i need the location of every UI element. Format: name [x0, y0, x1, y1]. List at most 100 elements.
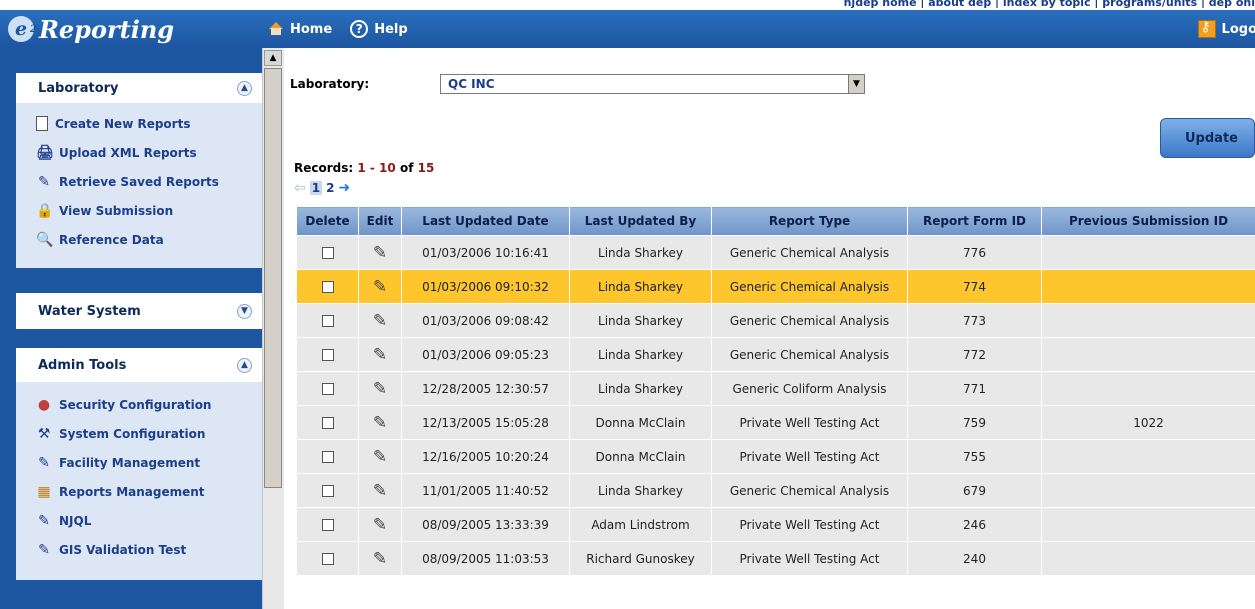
sidebar-scrollbar[interactable]: ▲ — [262, 48, 284, 609]
edit-pencil-icon[interactable]: ✎ — [373, 549, 387, 569]
edit-pencil-icon[interactable]: ✎ — [373, 515, 387, 535]
column-header-report-type[interactable]: Report Type — [711, 206, 908, 236]
delete-checkbox[interactable] — [321, 349, 334, 361]
prev-page-arrow-icon[interactable]: ⇦ — [294, 181, 306, 195]
edit-pencil-icon[interactable]: ✎ — [373, 447, 387, 467]
table-row[interactable]: ✎ 08/09/2005 11:03:53 Richard Gunoskey Priv… — [296, 541, 1255, 576]
sidebar-item-reference-data[interactable]: 🔍 Reference Data — [36, 225, 262, 254]
panel-admin-tools-body: ● Security Configuration ⚒ System Config… — [16, 382, 262, 570]
scrollbar-thumb[interactable] — [264, 68, 282, 488]
cell-previous-submission-id — [1041, 371, 1255, 406]
cell-report-type: Generic Chemical Analysis — [711, 269, 908, 304]
edit-pencil-icon[interactable]: ✎ — [373, 345, 387, 365]
collapse-up-icon[interactable]: ▲ — [237, 357, 252, 373]
logout-link[interactable]: Logo — [1197, 19, 1255, 38]
njql-icon: ✎ — [38, 512, 50, 529]
cell-last-updated-by: Donna McClain — [569, 439, 712, 474]
table-row[interactable]: ✎ 01/03/2006 09:10:32 Linda Sharkey Generic… — [296, 269, 1255, 304]
help-icon: ? — [350, 20, 369, 38]
cell-last-updated-by: Linda Sharkey — [569, 269, 712, 304]
delete-checkbox[interactable] — [321, 281, 334, 293]
edit-cell: ✎ — [358, 337, 402, 372]
nav-help[interactable]: ? Help — [350, 20, 408, 38]
cell-last-updated-by: Donna McClain — [569, 405, 712, 440]
update-button[interactable]: Update — [1160, 118, 1255, 158]
edit-cell: ✎ — [358, 405, 402, 440]
cell-report-form-id: 772 — [907, 337, 1042, 372]
dropdown-arrow-icon[interactable]: ▼ — [848, 75, 864, 93]
cell-last-updated-date: 12/28/2005 12:30:57 — [401, 371, 570, 406]
column-header-delete[interactable]: Delete — [296, 206, 359, 236]
table-row[interactable]: ✎ 12/28/2005 12:30:57 Linda Sharkey Generic… — [296, 371, 1255, 406]
upload-xml-icon: 🖨 — [36, 144, 54, 161]
edit-cell: ✎ — [358, 303, 402, 338]
facility-icon: ✎ — [38, 454, 50, 471]
edit-pencil-icon[interactable]: ✎ — [373, 379, 387, 399]
cell-last-updated-date: 01/03/2006 09:08:42 — [401, 303, 570, 338]
edit-pencil-icon[interactable]: ✎ — [373, 277, 387, 297]
sidebar-item-gis-validation-test[interactable]: ✎ GIS Validation Test — [36, 535, 262, 564]
edit-pencil-icon[interactable]: ✎ — [373, 413, 387, 433]
cell-previous-submission-id — [1041, 541, 1255, 576]
delete-checkbox[interactable] — [321, 383, 334, 395]
page-link[interactable]: 2 — [326, 181, 334, 195]
sidebar-item-view-submission[interactable]: 🔒 View Submission — [36, 196, 262, 225]
next-page-arrow-icon[interactable]: ➜ — [338, 181, 350, 195]
expand-down-icon[interactable]: ▼ — [237, 303, 252, 319]
delete-cell — [296, 507, 359, 542]
edit-pencil-icon[interactable]: ✎ — [373, 481, 387, 501]
sidebar-item-label: Facility Management — [59, 455, 201, 470]
table-row[interactable]: ✎ 01/03/2006 09:05:23 Linda Sharkey Generic… — [296, 337, 1255, 372]
records-of: of — [395, 161, 418, 175]
scroll-up-arrow-icon[interactable]: ▲ — [264, 50, 282, 66]
table-row[interactable]: ✎ 12/16/2005 10:20:24 Donna McClain Private… — [296, 439, 1255, 474]
column-header-edit[interactable]: Edit — [358, 206, 402, 236]
top-links[interactable]: njdep home | about dep | index by topic … — [844, 0, 1255, 8]
column-header-last-updated-date[interactable]: Last Updated Date — [401, 206, 570, 236]
table-row[interactable]: ✎ 11/01/2005 11:40:52 Linda Sharkey Generic… — [296, 473, 1255, 508]
app-logo[interactable]: e 2 Reporting — [8, 12, 174, 46]
column-header-last-updated-by[interactable]: Last Updated By — [569, 206, 712, 236]
table-row[interactable]: ✎ 01/03/2006 10:16:41 Linda Sharkey Generic… — [296, 235, 1255, 270]
delete-checkbox[interactable] — [321, 417, 334, 429]
delete-checkbox[interactable] — [321, 315, 334, 327]
sidebar-item-facility-management[interactable]: ✎ Facility Management — [36, 448, 262, 477]
collapse-up-icon[interactable]: ▲ — [237, 80, 252, 96]
home-icon — [268, 22, 284, 36]
delete-checkbox[interactable] — [321, 247, 334, 259]
column-header-previous-submission-id[interactable]: Previous Submission ID — [1041, 206, 1255, 236]
delete-cell — [296, 405, 359, 440]
edit-pencil-icon[interactable]: ✎ — [373, 243, 387, 263]
panel-laboratory-header[interactable]: Laboratory ▲ — [16, 73, 262, 103]
cell-report-form-id: 755 — [907, 439, 1042, 474]
panel-admin-tools-header[interactable]: Admin Tools ▲ — [16, 348, 262, 382]
sidebar-item-njql[interactable]: ✎ NJQL — [36, 506, 262, 535]
sidebar-item-upload-xml-reports[interactable]: 🖨 Upload XML Reports — [36, 138, 262, 167]
page-link-current[interactable]: 1 — [309, 181, 323, 195]
sidebar-item-system-configuration[interactable]: ⚒ System Configuration — [36, 419, 262, 448]
laboratory-select[interactable]: QC INC ▼ — [440, 74, 865, 94]
cell-report-type: Private Well Testing Act — [711, 541, 908, 576]
delete-checkbox[interactable] — [321, 485, 334, 497]
edit-pencil-icon[interactable]: ✎ — [373, 311, 387, 331]
panel-water-system: Water System ▼ — [16, 293, 262, 329]
sidebar-item-label: Reference Data — [59, 232, 164, 247]
sidebar-item-security-configuration[interactable]: ● Security Configuration — [36, 390, 262, 419]
reports-table: Delete Edit Last Updated Date Last Updat… — [296, 206, 1255, 576]
nav-home[interactable]: Home — [268, 22, 332, 37]
table-header-row: Delete Edit Last Updated Date Last Updat… — [296, 206, 1255, 236]
delete-checkbox[interactable] — [321, 451, 334, 463]
column-header-report-form-id[interactable]: Report Form ID — [907, 206, 1042, 236]
table-row[interactable]: ✎ 01/03/2006 09:08:42 Linda Sharkey Generic… — [296, 303, 1255, 338]
cell-last-updated-date: 01/03/2006 10:16:41 — [401, 235, 570, 270]
panel-water-system-header[interactable]: Water System ▼ — [16, 293, 262, 329]
nav-help-label: Help — [374, 21, 408, 37]
sidebar-item-reports-management[interactable]: ▦ Reports Management — [36, 477, 262, 506]
delete-checkbox[interactable] — [321, 553, 334, 565]
sidebar-item-retrieve-saved-reports[interactable]: ✎ Retrieve Saved Reports — [36, 167, 262, 196]
table-row[interactable]: ✎ 12/13/2005 15:05:28 Donna McClain Private… — [296, 405, 1255, 440]
sidebar-item-create-new-reports[interactable]: Create New Reports — [36, 109, 262, 138]
delete-checkbox[interactable] — [321, 519, 334, 531]
table-row[interactable]: ✎ 08/09/2005 13:33:39 Adam Lindstrom Privat… — [296, 507, 1255, 542]
cell-previous-submission-id — [1041, 507, 1255, 542]
